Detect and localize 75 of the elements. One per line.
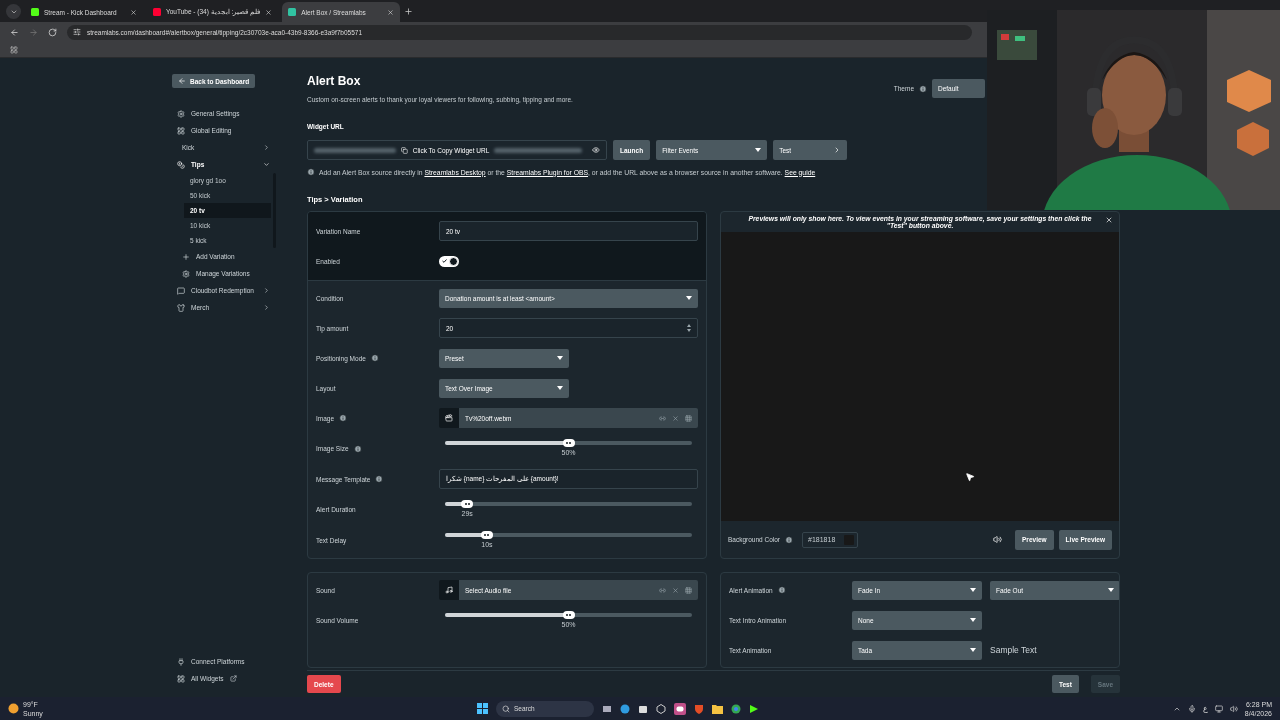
check-icon (442, 259, 447, 263)
hexagon-icon[interactable] (656, 703, 666, 714)
grid-icon[interactable] (685, 586, 692, 594)
shirt-icon (177, 303, 185, 312)
slider-thumb[interactable] (481, 530, 493, 539)
folder-icon[interactable] (712, 703, 723, 714)
slider-thumb[interactable] (562, 438, 575, 447)
favicon-icon (288, 8, 297, 16)
spinner-icon (687, 324, 691, 332)
coins-icon (177, 160, 185, 169)
external-link-icon (229, 675, 237, 682)
reload-icon[interactable] (48, 27, 57, 37)
favicon-icon (153, 8, 161, 16)
cursor-icon (965, 472, 975, 482)
speaker-icon[interactable] (1229, 704, 1238, 713)
caret-icon (755, 148, 762, 152)
window-icon[interactable] (602, 703, 612, 714)
slider[interactable] (445, 440, 692, 445)
browser-icon[interactable] (731, 703, 741, 714)
gear-icon (182, 269, 190, 278)
speaker-icon[interactable] (993, 535, 1003, 544)
back-icon[interactable] (10, 27, 19, 37)
site-settings-icon[interactable] (73, 28, 81, 36)
slider[interactable] (445, 501, 692, 506)
shield-icon[interactable] (694, 703, 704, 714)
caret-icon (970, 588, 976, 592)
eye-icon[interactable] (592, 146, 600, 154)
toggle-switch[interactable] (439, 255, 459, 267)
slider[interactable] (445, 612, 692, 617)
info-icon (353, 444, 362, 453)
info-icon (375, 475, 384, 483)
gear-icon (177, 109, 185, 118)
info-icon (919, 84, 927, 93)
caret-icon (970, 648, 976, 652)
sample-text: Sample Text (990, 645, 1037, 655)
info-icon (307, 168, 315, 176)
music-note-icon (445, 586, 453, 594)
info-icon (339, 414, 348, 422)
close-icon[interactable] (387, 8, 395, 16)
store-icon[interactable] (638, 703, 648, 714)
slider[interactable] (445, 532, 692, 537)
caret-icon (970, 618, 976, 622)
color-swatch (844, 534, 855, 545)
slider-thumb[interactable] (461, 499, 474, 508)
apps-icon[interactable] (10, 45, 18, 54)
plug-icon (177, 657, 185, 666)
grid-icon (177, 674, 185, 683)
grid-icon (177, 126, 185, 135)
plus-icon (182, 252, 190, 261)
close-icon[interactable] (265, 8, 273, 16)
info-icon (785, 535, 794, 544)
play-icon[interactable] (749, 703, 759, 714)
caret-icon (557, 386, 563, 390)
arrow-left-icon (178, 77, 186, 85)
chat-app-icon[interactable] (674, 702, 686, 715)
page-title: Alert Box (307, 74, 362, 88)
four-squares-icon[interactable] (477, 703, 488, 714)
microphone-icon[interactable] (1187, 704, 1196, 713)
search-icon (502, 704, 510, 713)
info-icon (370, 354, 379, 362)
caret-icon (686, 296, 692, 300)
close-button[interactable] (1105, 216, 1113, 224)
clapperboard-icon (445, 414, 453, 422)
sun-icon (8, 703, 19, 714)
slider-thumb[interactable] (562, 610, 575, 619)
browser-icon[interactable] (620, 703, 630, 714)
favicon-icon (31, 8, 39, 16)
monitor-icon[interactable] (1214, 704, 1223, 713)
new-tab-icon[interactable] (404, 7, 414, 16)
grid-icon[interactable] (685, 414, 692, 422)
info-icon (777, 586, 786, 594)
caret-icon (557, 356, 563, 360)
copy-icon (401, 146, 408, 154)
caret-icon (1108, 588, 1114, 592)
chat-icon (177, 286, 185, 295)
